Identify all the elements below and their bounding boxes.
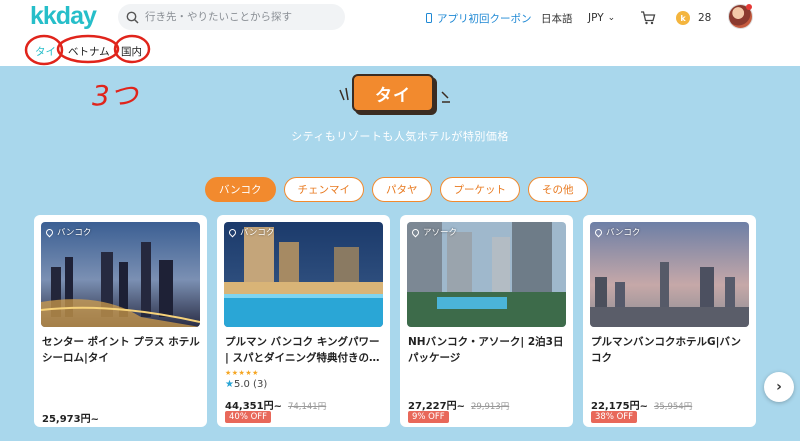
category-chiang-mai[interactable]: チェンマイ [283, 177, 365, 202]
hotel-title: NHバンコク・アソーク| 2泊3日パッケージ [408, 336, 564, 364]
chevron-right-icon: › [776, 379, 782, 395]
hotel-card[interactable]: バンコク プルマンバンコクホテルG|バンコク 22,175円~ 35,954円 … [583, 215, 756, 427]
discount-badge: 40% OFF [225, 411, 272, 423]
carousel-next-button[interactable]: › [764, 372, 794, 402]
review-score: ★5.0 (3) [225, 379, 268, 390]
search-bar[interactable] [118, 4, 345, 30]
hotel-card[interactable]: バンコク センター ポイント プラス ホテル シーロム|タイ 25,973円~ [34, 215, 207, 427]
city-category-tabs: バンコク チェンマイ パタヤ プーケット その他 [205, 177, 588, 202]
app-coupon-label: アプリ初回クーポン [437, 12, 532, 25]
price: 25,973円~ [42, 414, 99, 425]
hotel-title: センター ポイント プラス ホテル シーロム|タイ [42, 336, 200, 364]
location-pin-icon [227, 227, 238, 237]
discount-badge: 38% OFF [591, 411, 638, 423]
location-pin-icon [44, 227, 55, 237]
hero-subtitle: シティもリゾートも人気ホテルが特別価格 [291, 130, 509, 143]
hotel-title: プルマン バンコク キングパワー | スパとダイニング特典付きの… [225, 336, 380, 364]
category-phuket[interactable]: プーケット [439, 177, 521, 202]
price-row: 22,175円~ 35,954円 [591, 397, 692, 412]
category-pattaya[interactable]: パタヤ [372, 177, 432, 202]
card-location: バンコク [44, 226, 91, 238]
phone-icon [426, 13, 432, 23]
country-tabs: タイ ベトナム 国内 [0, 36, 800, 66]
price-row: 27,227円~ 29,913円 [408, 397, 509, 412]
hotel-image: バンコク [224, 222, 383, 327]
hotel-image: アソーク [407, 222, 566, 327]
tab-thailand[interactable]: タイ [35, 44, 56, 59]
location-pin-icon [410, 227, 421, 237]
language-selector[interactable]: 日本語 [541, 0, 573, 36]
hotel-card[interactable]: アソーク NHバンコク・アソーク| 2泊3日パッケージ 27,227円~ 29,… [400, 215, 573, 427]
price-row: 25,973円~ [42, 410, 99, 425]
search-icon [126, 11, 139, 24]
points-indicator[interactable]: k 28 [676, 0, 711, 36]
price: 44,351円~ [225, 401, 282, 412]
price: 27,227円~ [408, 401, 465, 412]
star-icon: ★ [225, 379, 234, 390]
original-price: 35,954円 [653, 402, 693, 412]
top-header: kkday アプリ初回クーポン 日本語 JPY ⌄ k 28 [0, 0, 800, 36]
kkday-logo[interactable]: kkday [30, 2, 97, 31]
location-pin-icon [593, 227, 604, 237]
coin-icon: k [676, 11, 690, 25]
points-value: 28 [698, 12, 712, 24]
cart-button[interactable] [640, 0, 656, 36]
country-badge: タイ [352, 74, 434, 112]
tab-vietnam[interactable]: ベトナム [68, 44, 110, 59]
currency-label: JPY [588, 12, 604, 24]
star-rating: ★★★★★ [225, 369, 259, 377]
discount-badge: 9% OFF [408, 411, 449, 423]
currency-selector[interactable]: JPY ⌄ [588, 0, 615, 36]
hotel-title: プルマンバンコクホテルG|バンコク [591, 336, 742, 364]
category-bangkok[interactable]: バンコク [205, 177, 276, 202]
hotel-image: バンコク [590, 222, 749, 327]
card-location: バンコク [227, 226, 274, 238]
card-location: アソーク [410, 226, 457, 238]
chevron-down-icon: ⌄ [607, 13, 616, 23]
hotel-card[interactable]: バンコク プルマン バンコク キングパワー | スパとダイニング特典付きの… ★… [217, 215, 390, 427]
search-input[interactable] [145, 11, 335, 23]
hero-section: タイ シティもリゾートも人気ホテルが特別価格 バンコク チェンマイ パタヤ プー… [0, 66, 800, 441]
card-location: バンコク [593, 226, 640, 238]
cart-icon [641, 11, 656, 25]
hotel-image: バンコク [41, 222, 200, 327]
notification-dot [746, 4, 752, 10]
category-other[interactable]: その他 [528, 177, 588, 202]
original-price: 29,913円 [470, 402, 510, 412]
price-row: 44,351円~ 74,141円 [225, 397, 326, 412]
original-price: 74,141円 [287, 402, 327, 412]
tab-domestic[interactable]: 国内 [121, 44, 142, 59]
price: 22,175円~ [591, 401, 648, 412]
app-coupon-link[interactable]: アプリ初回クーポン [426, 0, 532, 36]
